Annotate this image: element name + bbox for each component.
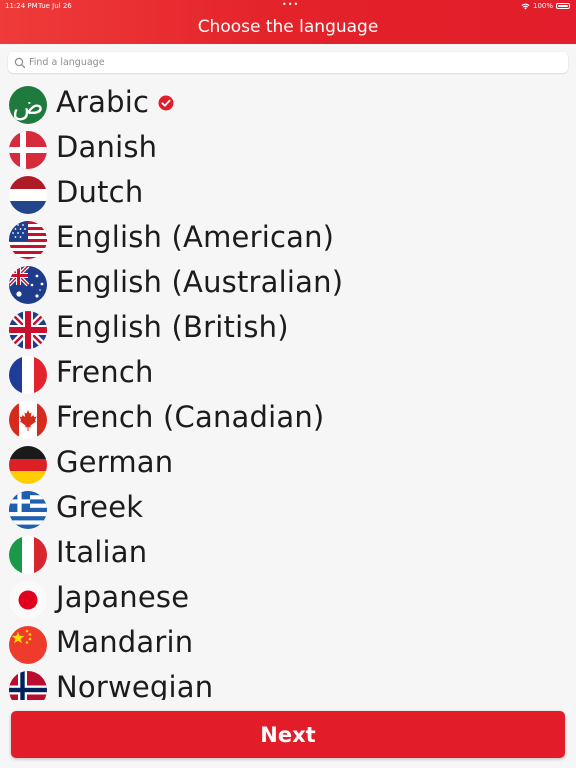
france-flag-icon [9, 356, 47, 394]
denmark-flag-icon [9, 131, 47, 169]
language-label: Mandarin [56, 625, 194, 659]
page-title: Choose the language [197, 17, 379, 37]
language-row-german[interactable]: German [0, 442, 576, 487]
language-row-mandarin[interactable]: Mandarin [0, 622, 576, 667]
status-bar: 11:24 PM Tue Jul 26 ••• 100% [0, 0, 576, 12]
language-row-french-canadian[interactable]: French (Canadian) [0, 397, 576, 442]
status-indicators: 100% [521, 2, 570, 10]
language-row-italian[interactable]: Italian [0, 532, 576, 577]
usa-flag-icon [9, 221, 47, 259]
language-label: Dutch [56, 175, 144, 209]
china-flag-icon [9, 626, 47, 664]
selected-check-icon [158, 95, 174, 111]
language-label: French (Canadian) [56, 400, 325, 434]
search-input[interactable] [29, 57, 529, 68]
language-row-french[interactable]: French [0, 352, 576, 397]
language-label: Norwegian [56, 670, 214, 700]
arabic-flag-icon: ض [9, 86, 47, 124]
language-picker-screen: 11:24 PM Tue Jul 26 ••• 100% Choose the … [0, 0, 576, 768]
language-row-danish[interactable]: Danish [0, 127, 576, 172]
norway-flag-icon [9, 671, 47, 700]
language-list[interactable]: ض Arabic Danish Dutch English (American)… [0, 82, 576, 700]
germany-flag-icon [9, 446, 47, 484]
greece-flag-icon [9, 491, 47, 529]
language-label: Japanese [56, 580, 190, 614]
canada-flag-icon [9, 401, 47, 439]
language-row-dutch[interactable]: Dutch [0, 172, 576, 217]
language-label: German [56, 445, 174, 479]
status-time: 11:24 PM [5, 2, 38, 10]
australia-flag-icon [9, 266, 47, 304]
language-row-japanese[interactable]: Japanese [0, 577, 576, 622]
search-bar[interactable] [8, 52, 568, 73]
netherlands-flag-icon [9, 176, 47, 214]
italy-flag-icon [9, 536, 47, 574]
language-row-arabic[interactable]: ض Arabic [0, 82, 576, 127]
language-label: English (American) [56, 220, 335, 254]
battery-percent: 100% [532, 2, 553, 10]
header-bar: 11:24 PM Tue Jul 26 ••• 100% Choose the … [0, 0, 576, 44]
language-row-norwegian[interactable]: Norwegian [0, 667, 576, 700]
uk-flag-icon [9, 311, 47, 349]
multitasking-dots-icon[interactable]: ••• [282, 0, 299, 9]
language-label: Italian [56, 535, 148, 569]
language-row-english-british[interactable]: English (British) [0, 307, 576, 352]
language-label: Arabic [56, 85, 150, 119]
language-row-english-american[interactable]: English (American) [0, 217, 576, 262]
search-icon [14, 57, 26, 68]
battery-icon [556, 3, 570, 9]
wifi-icon [521, 3, 530, 9]
arabic-glyph: ض [12, 91, 43, 121]
language-label: English (Australian) [56, 265, 344, 299]
status-date: Tue Jul 26 [38, 2, 72, 10]
language-label: Danish [56, 130, 158, 164]
language-label: Greek [56, 490, 144, 524]
next-button[interactable]: Next [11, 711, 565, 758]
japan-flag-icon [9, 581, 47, 619]
language-label: English (British) [56, 310, 289, 344]
language-label: French [56, 355, 154, 389]
language-row-english-australian[interactable]: English (Australian) [0, 262, 576, 307]
language-row-greek[interactable]: Greek [0, 487, 576, 532]
